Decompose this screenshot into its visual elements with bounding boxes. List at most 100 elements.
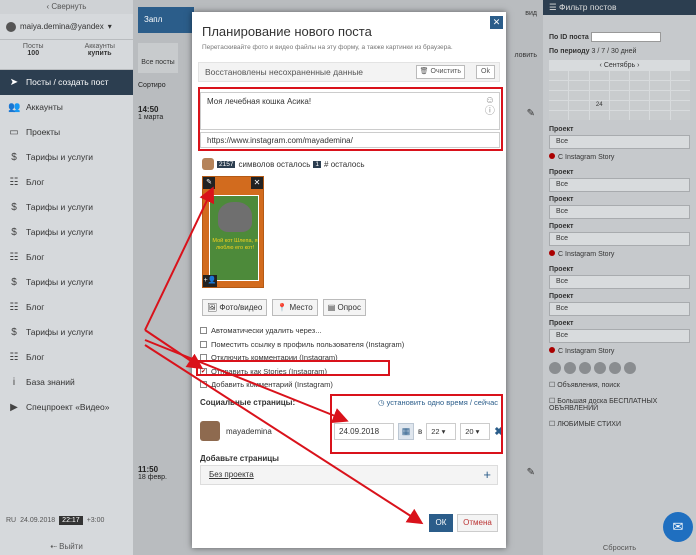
- tag-user-icon[interactable]: +👤: [203, 275, 217, 287]
- project-filter-select[interactable]: Все: [549, 302, 690, 316]
- sidebar-item[interactable]: $ Тарифы и услуги: [0, 270, 133, 295]
- attached-photo[interactable]: Мой кот Шлепа, я люблю его кот! ✎ ✕ +👤: [202, 176, 264, 288]
- twitter-icon[interactable]: [594, 362, 606, 374]
- instagram-story-filter[interactable]: С Instagram Story: [543, 246, 696, 262]
- project-filter-select[interactable]: Все: [549, 135, 690, 149]
- calendar-day[interactable]: [650, 111, 670, 120]
- sidebar-item[interactable]: i База знаний: [0, 370, 133, 395]
- calendar-day[interactable]: [589, 91, 609, 100]
- stat-accounts[interactable]: Аккаунты купить: [67, 40, 134, 69]
- schedule-button[interactable]: Запл: [138, 7, 194, 33]
- sidebar-item[interactable]: ▭ Проекты: [0, 120, 133, 145]
- collapse-sidebar-button[interactable]: ‹ Свернуть: [0, 0, 133, 14]
- calendar-day[interactable]: [630, 101, 650, 110]
- instagram-story-filter[interactable]: С Instagram Story: [543, 343, 696, 359]
- calendar-day[interactable]: [549, 91, 569, 100]
- language-select[interactable]: RU: [6, 517, 16, 524]
- sidebar-item[interactable]: ☷ Блог: [0, 170, 133, 195]
- option-checkbox-row[interactable]: Отключить комментарии (Instagram): [200, 351, 404, 365]
- calendar-day[interactable]: [569, 81, 589, 90]
- calendar-day[interactable]: [549, 101, 569, 110]
- facebook-icon[interactable]: [579, 362, 591, 374]
- project-select[interactable]: Без проекта +: [200, 465, 498, 485]
- calendar-day[interactable]: [670, 91, 690, 100]
- pencil-icon[interactable]: ✎: [203, 177, 215, 189]
- calendar-day[interactable]: [569, 71, 589, 80]
- logout-button[interactable]: ⇠ Выйти: [0, 538, 133, 555]
- edit-icon[interactable]: ✎: [527, 108, 535, 119]
- calendar-day[interactable]: [589, 111, 609, 120]
- project-filter-select[interactable]: Все: [549, 329, 690, 343]
- checkbox[interactable]: [200, 381, 207, 389]
- ok-small-button[interactable]: Ok: [476, 65, 495, 79]
- option-checkbox-row[interactable]: Поместить ссылку в профиль пользователя …: [200, 338, 404, 352]
- calendar-day[interactable]: [609, 101, 630, 110]
- sidebar-item[interactable]: $ Тарифы и услуги: [0, 195, 133, 220]
- calendar-day[interactable]: [650, 101, 670, 110]
- sort-label[interactable]: Сортиро: [138, 82, 198, 89]
- close-icon[interactable]: ✕: [490, 16, 503, 29]
- sidebar-item[interactable]: $ Тарифы и услуги: [0, 220, 133, 245]
- calendar-day[interactable]: [630, 111, 650, 120]
- remove-photo-icon[interactable]: ✕: [251, 177, 263, 189]
- calendar-icon[interactable]: ▦: [398, 423, 414, 440]
- sidebar-item[interactable]: ▶ Спецпроект «Видео»: [0, 395, 133, 420]
- calendar-day[interactable]: [630, 81, 650, 90]
- instagram-story-filter[interactable]: С Instagram Story: [543, 149, 696, 165]
- calendar-day[interactable]: [549, 81, 569, 90]
- project-checkbox[interactable]: ☐ Объявления, поиск: [543, 377, 696, 393]
- cancel-button[interactable]: Отмена: [457, 514, 498, 532]
- catch-button[interactable]: ловить: [514, 52, 537, 59]
- calendar-day[interactable]: [609, 71, 630, 80]
- edit-icon[interactable]: ✎: [527, 467, 535, 478]
- link-input[interactable]: https://www.instagram.com/mayademina/: [200, 132, 500, 148]
- calendar-day[interactable]: [569, 101, 589, 110]
- option-checkbox-row[interactable]: Добавить комментарий (Instagram): [200, 378, 404, 392]
- telegram-icon[interactable]: [624, 362, 636, 374]
- calendar-day[interactable]: [549, 71, 569, 80]
- sidebar-item[interactable]: ➤ Посты / создать пост: [0, 70, 133, 95]
- option-checkbox-row[interactable]: ✔ Отправить как Stories (Instagram): [200, 365, 404, 379]
- post-item[interactable]: 11:50 18 февр.: [138, 465, 198, 481]
- ok-button[interactable]: ОК: [429, 514, 453, 532]
- remove-account-icon[interactable]: ✖: [494, 425, 503, 438]
- reset-filter-button[interactable]: Сбросить: [543, 540, 696, 555]
- calendar-day[interactable]: [609, 81, 630, 90]
- project-filter-select[interactable]: Все: [549, 232, 690, 246]
- calendar-day[interactable]: [670, 111, 690, 120]
- project-filter-select[interactable]: Все: [549, 205, 690, 219]
- user-menu[interactable]: maiya.demina@yandex ▾: [0, 14, 133, 40]
- project-filter-select[interactable]: Все: [549, 178, 690, 192]
- set-one-time-link[interactable]: установить одно время: [387, 398, 468, 407]
- vk-icon[interactable]: [564, 362, 576, 374]
- tab-all-posts[interactable]: Все посты: [138, 43, 178, 73]
- calendar-day[interactable]: [650, 71, 670, 80]
- post-item[interactable]: 14:50 1 марта: [138, 105, 198, 121]
- instagram-icon[interactable]: [609, 362, 621, 374]
- emoji-icon[interactable]: ☺ ⓘ: [485, 95, 495, 117]
- calendar-day[interactable]: [589, 81, 609, 90]
- post-id-input[interactable]: [590, 32, 661, 42]
- hour-select[interactable]: 22 ▾: [426, 423, 457, 440]
- sidebar-item[interactable]: $ Тарифы и услуги: [0, 145, 133, 170]
- odnoklassniki-icon[interactable]: [549, 362, 561, 374]
- calendar-day[interactable]: 24: [589, 101, 609, 110]
- calendar-day[interactable]: [609, 111, 630, 120]
- calendar-day[interactable]: [589, 71, 609, 80]
- calendar-day[interactable]: [650, 91, 670, 100]
- project-checkbox[interactable]: ☐ Большая доска БЕСПЛАТНЫХ ОБЪЯВЛЕНИЙ: [543, 393, 696, 416]
- calendar-day[interactable]: [569, 91, 589, 100]
- calendar-day[interactable]: [609, 91, 630, 100]
- calendar-day[interactable]: [670, 71, 690, 80]
- project-checkbox[interactable]: ☐ ЛЮБИМЫЕ СТИХИ: [543, 416, 696, 432]
- period-options[interactable]: 3 / 7 / 30 дней: [592, 48, 637, 55]
- sidebar-item[interactable]: 👥 Аккаунты: [0, 95, 133, 120]
- calendar-day[interactable]: [549, 111, 569, 120]
- poll-button[interactable]: ▤ Опрос: [322, 299, 366, 316]
- info-icon[interactable]: ⓘ: [485, 106, 495, 117]
- project-filter-select[interactable]: Все: [549, 275, 690, 289]
- sidebar-item[interactable]: ☷ Блог: [0, 295, 133, 320]
- checkbox[interactable]: [200, 340, 207, 348]
- checkbox[interactable]: ✔: [200, 367, 207, 375]
- calendar-day[interactable]: [630, 71, 650, 80]
